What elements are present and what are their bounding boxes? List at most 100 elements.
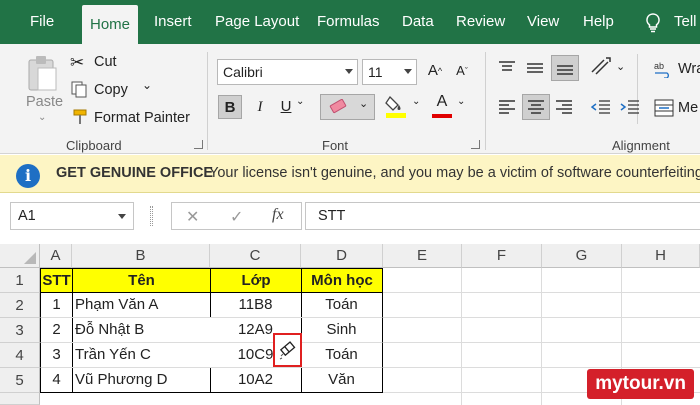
scissors-icon: ✂ — [70, 53, 85, 72]
cut-button[interactable]: Cut — [94, 54, 117, 70]
column-header-a[interactable]: A — [40, 244, 72, 268]
paste-icon[interactable] — [26, 54, 60, 94]
align-top-icon[interactable] — [498, 60, 516, 81]
alignment-group-label: Alignment — [612, 138, 670, 153]
tab-data[interactable]: Data — [402, 0, 434, 44]
align-middle-icon[interactable] — [526, 60, 544, 81]
cell-a1[interactable]: STT — [40, 268, 73, 293]
align-bottom-icon — [557, 65, 573, 75]
cell-b4[interactable]: Trần Yến C — [72, 343, 211, 368]
cell-a2[interactable]: 1 — [40, 293, 73, 318]
tab-insert[interactable]: Insert — [154, 0, 192, 44]
cell-d3[interactable]: Sinh — [301, 318, 383, 343]
font-color-dropdown-icon[interactable]: ⌄ — [457, 96, 465, 107]
cell-d2[interactable]: Toán — [301, 293, 383, 318]
cell-c1[interactable]: Lớp — [210, 268, 302, 293]
cell-b5[interactable]: Vũ Phương D — [72, 368, 211, 393]
merge-center-icon — [654, 99, 674, 122]
clipboard-group-label: Clipboard — [66, 138, 122, 153]
cell-d1[interactable]: Môn học — [301, 268, 383, 293]
tab-file[interactable]: File — [30, 0, 54, 44]
lightbulb-icon[interactable] — [645, 0, 661, 44]
cell-c5[interactable]: 10A2 — [210, 368, 302, 393]
name-box[interactable]: A1 — [10, 202, 134, 230]
column-header-f[interactable]: F — [462, 244, 542, 268]
bold-button[interactable]: B — [218, 95, 242, 119]
cell-a3[interactable]: 2 — [40, 318, 73, 343]
tab-view[interactable]: View — [527, 0, 559, 44]
font-size-dropdown[interactable]: 11 — [362, 59, 417, 85]
increase-indent-icon[interactable] — [620, 99, 640, 120]
fill-color-dropdown-icon[interactable]: ⌄ — [412, 96, 420, 107]
merge-center-button[interactable]: Me — [678, 100, 698, 116]
select-all-button[interactable] — [0, 244, 40, 268]
formula-input[interactable]: STT — [305, 202, 700, 230]
tab-formulas[interactable]: Formulas — [317, 0, 380, 44]
tab-home[interactable]: Home — [82, 5, 139, 44]
watermark-logo: mytour.vn — [587, 369, 694, 399]
clipboard-launcher-icon[interactable] — [194, 140, 203, 149]
wrap-text-button[interactable]: Wra — [678, 61, 700, 77]
align-center-icon — [528, 100, 544, 114]
cancel-icon[interactable]: ✕ — [186, 207, 199, 227]
row-header-1[interactable]: 1 — [0, 268, 40, 293]
column-header-b[interactable]: B — [72, 244, 210, 268]
enter-icon[interactable]: ✓ — [230, 207, 243, 227]
group-divider — [207, 52, 208, 150]
orientation-dropdown-icon[interactable]: ⌄ — [616, 60, 625, 73]
font-name-value: Calibri — [223, 64, 263, 80]
copy-button[interactable]: Copy — [94, 82, 128, 98]
decrease-indent-icon[interactable] — [590, 99, 611, 120]
cell-a4[interactable]: 3 — [40, 343, 73, 368]
font-launcher-icon[interactable] — [471, 140, 480, 149]
shrink-font-button[interactable]: Aˇ — [450, 59, 474, 83]
row-header-5[interactable]: 5 — [0, 368, 40, 393]
fill-color-button[interactable] — [385, 93, 407, 124]
align-bottom-button[interactable] — [551, 55, 579, 81]
group-divider — [485, 52, 486, 150]
tab-tell-me[interactable]: Tell — [674, 0, 697, 44]
paste-dropdown-icon[interactable]: ⌄ — [38, 112, 46, 123]
cell-b3[interactable]: Đỗ Nhật B — [72, 318, 211, 343]
format-painter-icon — [72, 109, 88, 131]
column-header-g[interactable]: G — [542, 244, 622, 268]
eraser-icon — [329, 99, 347, 114]
cell-b2[interactable]: Phạm Văn A — [72, 293, 211, 318]
cell-d4[interactable]: Toán — [301, 343, 383, 368]
column-header-h[interactable]: H — [622, 244, 700, 268]
copy-dropdown-icon[interactable]: ⌄ — [142, 78, 152, 92]
align-left-icon[interactable] — [498, 99, 516, 120]
column-header-e[interactable]: E — [383, 244, 462, 268]
cell-c2[interactable]: 11B8 — [210, 293, 302, 318]
formula-bar-splitter[interactable] — [150, 206, 153, 226]
format-painter-button[interactable]: Format Painter — [94, 110, 190, 126]
chevron-down-icon — [118, 214, 126, 219]
tab-page-layout[interactable]: Page Layout — [215, 0, 299, 44]
italic-button[interactable]: I — [248, 95, 272, 119]
row-header-3[interactable]: 3 — [0, 318, 40, 343]
cell-b1[interactable]: Tên — [72, 268, 211, 293]
cell-d5[interactable]: Văn — [301, 368, 383, 393]
clear-formatting-button[interactable]: ⌄ — [320, 94, 375, 120]
insert-function-icon[interactable]: fx — [272, 206, 284, 224]
grow-font-button[interactable]: A^ — [423, 59, 447, 83]
row-header-4[interactable]: 4 — [0, 343, 40, 368]
align-center-button[interactable] — [522, 94, 550, 120]
tab-help[interactable]: Help — [583, 0, 614, 44]
tab-review[interactable]: Review — [456, 0, 505, 44]
column-header-c[interactable]: C — [210, 244, 301, 268]
orientation-icon[interactable] — [590, 56, 612, 81]
font-color-button[interactable]: A — [431, 93, 453, 120]
align-right-icon[interactable] — [555, 99, 573, 120]
ribbon: Paste ⌄ ✂ Cut Copy ⌄ Format Painter Clip… — [0, 44, 700, 154]
cell-a5[interactable]: 4 — [40, 368, 73, 393]
row-header-6[interactable] — [0, 393, 40, 405]
column-header-d[interactable]: D — [301, 244, 383, 268]
row-header-2[interactable]: 2 — [0, 293, 40, 318]
underline-dropdown-icon[interactable]: ⌄ — [296, 96, 304, 107]
underline-button[interactable]: U — [274, 95, 298, 119]
chevron-down-icon — [345, 69, 353, 74]
chevron-down-icon — [404, 69, 412, 74]
paste-button[interactable]: Paste — [26, 94, 63, 110]
font-name-dropdown[interactable]: Calibri — [217, 59, 358, 85]
